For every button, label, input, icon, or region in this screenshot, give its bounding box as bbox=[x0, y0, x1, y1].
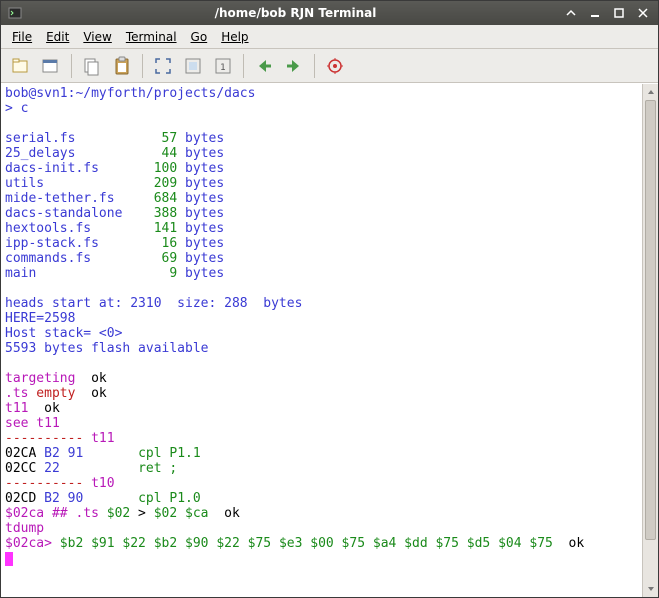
titlebar[interactable]: /home/bob RJN Terminal bbox=[1, 1, 658, 25]
terminal-output[interactable]: bob@svn1:~/myforth/projects/dacs > c ser… bbox=[1, 84, 642, 597]
copy-button[interactable] bbox=[78, 52, 106, 80]
toolbar: 1 bbox=[1, 49, 658, 83]
paste-button[interactable] bbox=[108, 52, 136, 80]
cursor bbox=[5, 552, 13, 566]
new-tab-button[interactable] bbox=[7, 52, 35, 80]
menu-terminal[interactable]: Terminal bbox=[119, 27, 184, 47]
toolbar-separator bbox=[243, 54, 244, 78]
terminal-window: /home/bob RJN Terminal File Edit View Te… bbox=[0, 0, 659, 598]
close-button[interactable] bbox=[634, 5, 652, 21]
next-button[interactable] bbox=[280, 52, 308, 80]
window-controls bbox=[562, 5, 652, 21]
record-button[interactable] bbox=[321, 52, 349, 80]
menu-view[interactable]: View bbox=[76, 27, 118, 47]
scroll-down-button[interactable] bbox=[643, 581, 658, 597]
app-icon bbox=[7, 5, 23, 21]
toolbar-separator bbox=[71, 54, 72, 78]
menu-file[interactable]: File bbox=[5, 27, 39, 47]
zoom-fit-button[interactable] bbox=[179, 52, 207, 80]
menubar: File Edit View Terminal Go Help bbox=[1, 25, 658, 49]
toolbar-separator bbox=[142, 54, 143, 78]
scrollbar[interactable] bbox=[642, 84, 658, 597]
svg-text:1: 1 bbox=[220, 63, 226, 73]
zoom-original-button[interactable]: 1 bbox=[209, 52, 237, 80]
maximize-button[interactable] bbox=[610, 5, 628, 21]
menu-edit[interactable]: Edit bbox=[39, 27, 76, 47]
scroll-thumb[interactable] bbox=[645, 100, 656, 540]
window-title: /home/bob RJN Terminal bbox=[29, 6, 562, 20]
scroll-up-button[interactable] bbox=[643, 84, 658, 100]
new-window-button[interactable] bbox=[37, 52, 65, 80]
terminal-area: bob@svn1:~/myforth/projects/dacs > c ser… bbox=[1, 83, 658, 597]
minimize-button[interactable] bbox=[586, 5, 604, 21]
menu-go[interactable]: Go bbox=[184, 27, 215, 47]
fullscreen-button[interactable] bbox=[149, 52, 177, 80]
prev-button[interactable] bbox=[250, 52, 278, 80]
toolbar-separator bbox=[314, 54, 315, 78]
menu-help[interactable]: Help bbox=[214, 27, 255, 47]
shade-button[interactable] bbox=[562, 5, 580, 21]
